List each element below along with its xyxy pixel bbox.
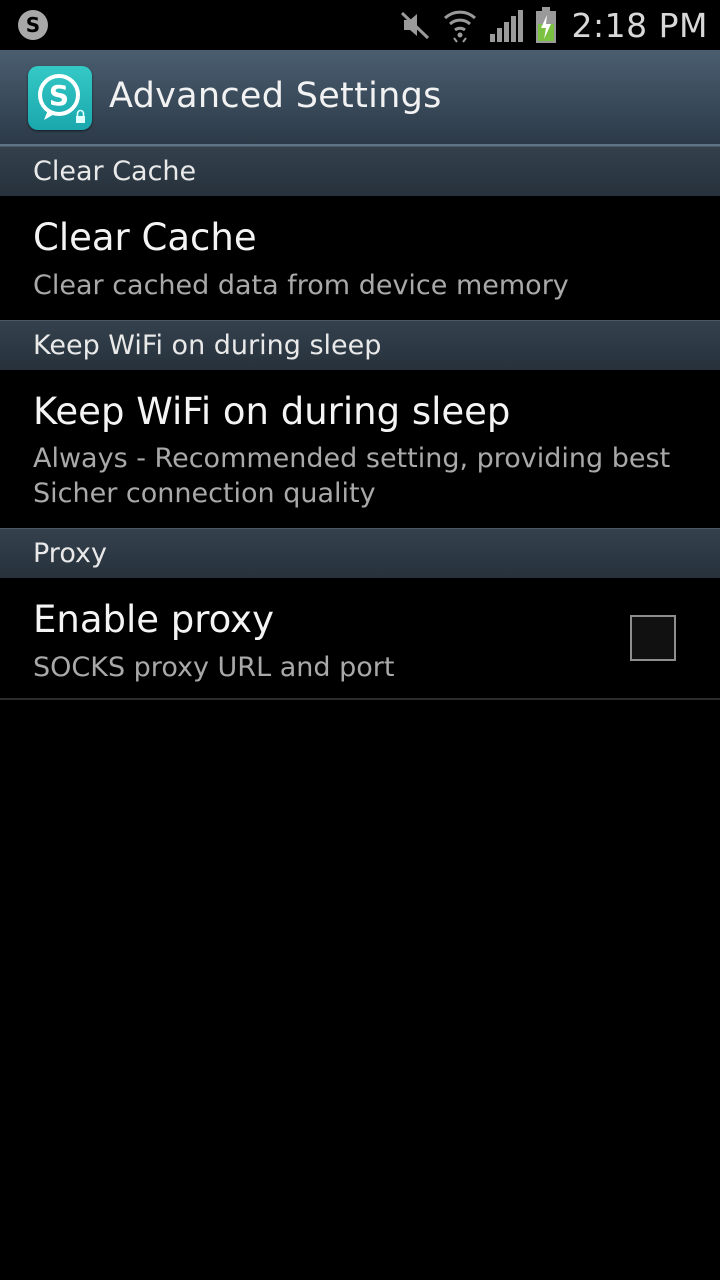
pref-summary: Clear cached data from device memory [33, 270, 569, 301]
section-header-keep-wifi: Keep WiFi on during sleep [0, 320, 720, 370]
app-icon-letter: S [49, 79, 69, 112]
status-bar: S 2:18 PM [0, 0, 720, 50]
page-title: Advanced Settings [109, 76, 442, 116]
pref-clear-cache[interactable]: Clear Cache Clear cached data from devic… [0, 196, 720, 320]
skype-lock-app-icon[interactable]: S [28, 66, 92, 130]
section-header-label: Keep WiFi on during sleep [33, 330, 382, 361]
section-header-proxy: Proxy [0, 528, 720, 578]
pref-summary: Always - Recommended setting, providing … [33, 443, 671, 509]
enable-proxy-checkbox[interactable] [630, 615, 676, 661]
pref-title: Clear Cache [33, 216, 257, 259]
mute-icon [400, 11, 429, 40]
pref-enable-proxy[interactable]: Enable proxy SOCKS proxy URL and port [0, 578, 720, 698]
skype-notification-icon: S [18, 10, 48, 40]
svg-text:S: S [26, 13, 40, 37]
pref-summary: SOCKS proxy URL and port [33, 652, 395, 683]
pref-keep-wifi[interactable]: Keep WiFi on during sleep Always - Recom… [0, 370, 720, 528]
section-header-clear-cache: Clear Cache [0, 146, 720, 196]
divider [0, 698, 720, 700]
pref-title: Keep WiFi on during sleep [33, 390, 511, 433]
section-header-label: Proxy [33, 538, 107, 569]
signal-icon [489, 10, 523, 42]
pref-title: Enable proxy [33, 598, 274, 641]
action-bar: S Advanced Settings [0, 50, 720, 146]
status-icons: 2:18 PM [398, 0, 708, 50]
skype-logo-icon: S [38, 74, 85, 123]
battery-charging-icon [535, 7, 556, 43]
wifi-icon [443, 10, 476, 43]
status-time: 2:18 PM [571, 5, 708, 45]
section-header-label: Clear Cache [33, 156, 197, 187]
